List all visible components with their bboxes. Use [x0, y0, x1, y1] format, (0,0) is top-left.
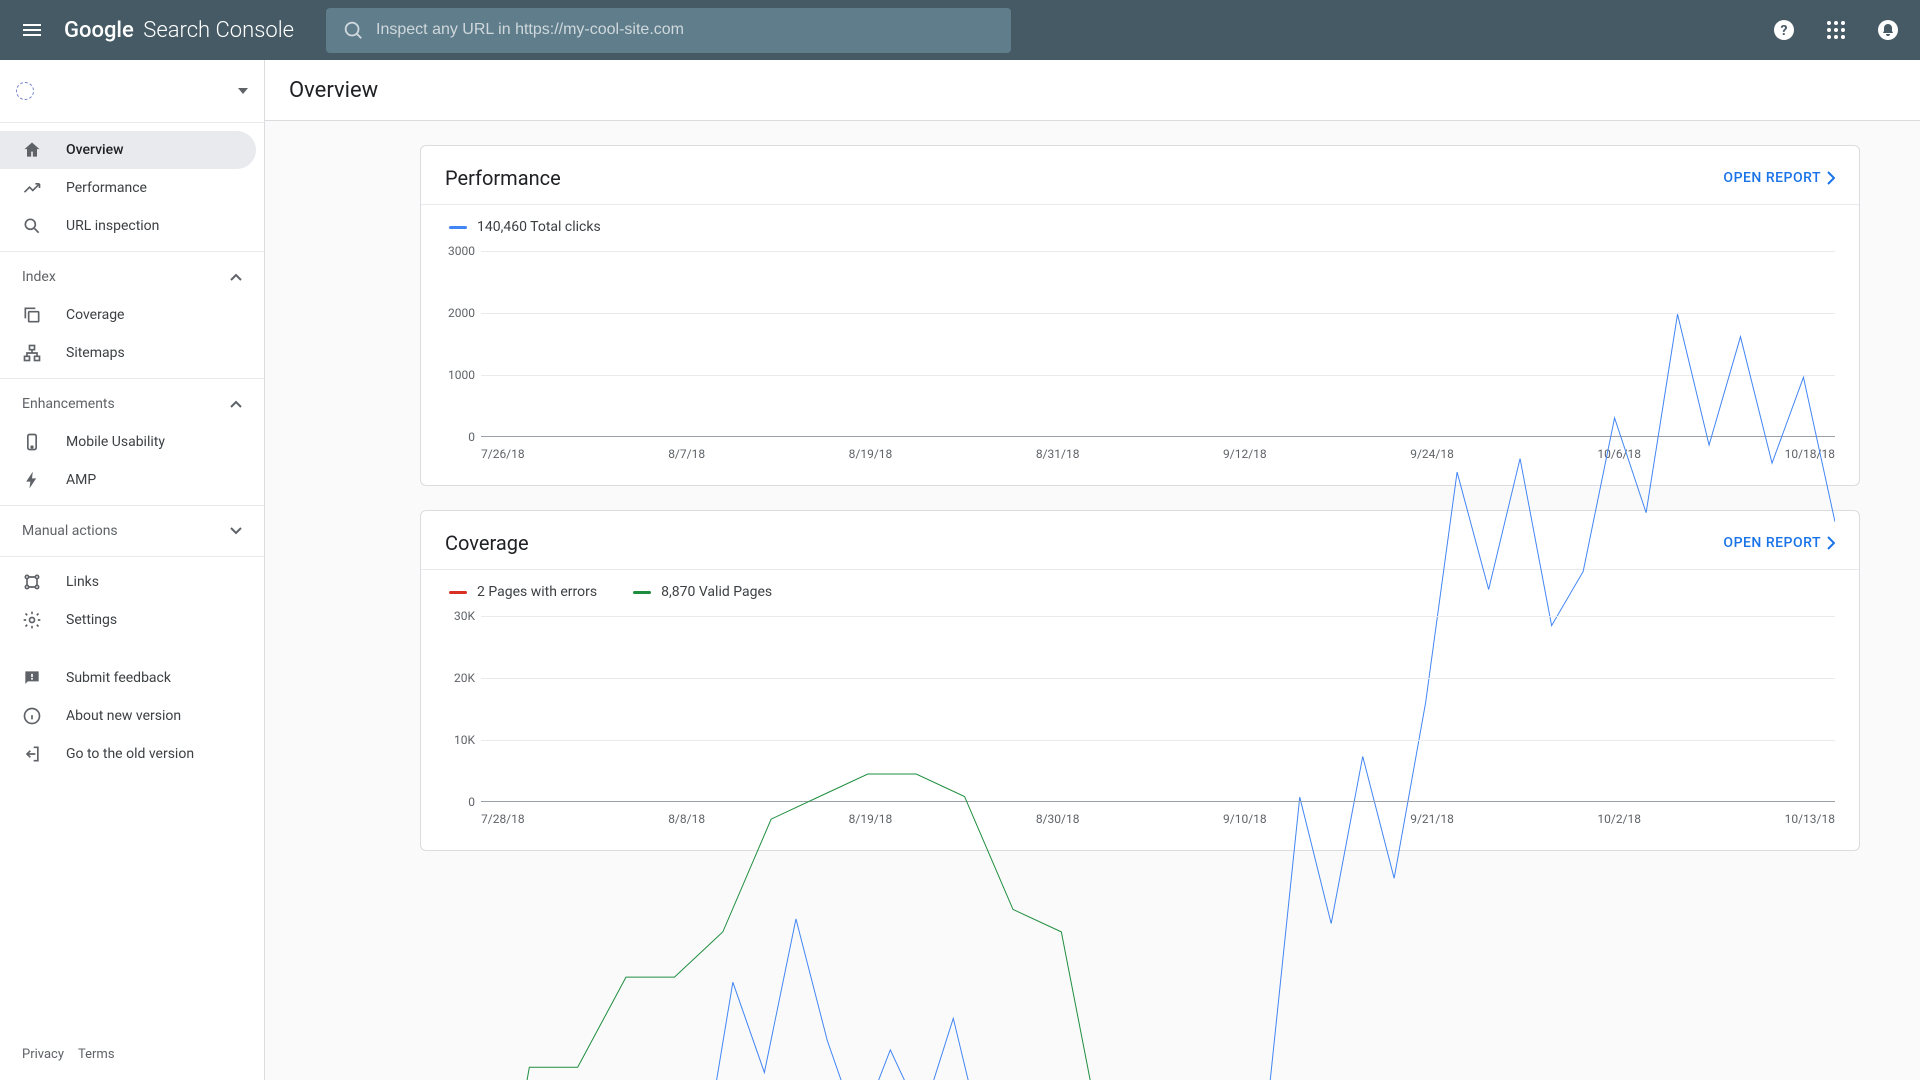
open-report-label: OPEN REPORT	[1723, 170, 1821, 186]
sidebar-item-label: Settings	[66, 612, 117, 628]
sidebar-item-label: Sitemaps	[66, 345, 125, 361]
sidebar-item-label: Links	[66, 574, 99, 590]
sidebar-item-label: Go to the old version	[66, 746, 194, 762]
property-selector[interactable]	[0, 60, 264, 123]
open-report-button[interactable]: OPEN REPORT	[1723, 170, 1835, 186]
sidebar-item-submit-feedback[interactable]: Submit feedback	[0, 659, 256, 697]
logo-product: Search Console	[143, 18, 294, 43]
nav-section-enhancements[interactable]: Enhancements	[0, 385, 264, 423]
sidebar-item-performance[interactable]: Performance	[0, 169, 256, 207]
legend-label: 140,460 Total clicks	[477, 219, 601, 235]
sitemap-icon	[22, 343, 42, 363]
notifications-icon[interactable]	[1868, 10, 1908, 50]
sidebar-item-label: Submit feedback	[66, 670, 171, 686]
sidebar-item-label: AMP	[66, 472, 96, 488]
performance-chart: 3000200010000	[481, 251, 1835, 437]
chart-legend: 140,460 Total clicks	[445, 209, 1835, 251]
sidebar-item-about-new-version[interactable]: About new version	[0, 697, 256, 735]
sidebar-nav: Overview Performance URL inspection Index Co…	[0, 123, 264, 1029]
svg-text:?: ?	[1781, 23, 1788, 39]
y-tick: 30K	[445, 609, 475, 623]
copy-icon	[22, 305, 42, 325]
sidebar-item-links[interactable]: Links	[0, 563, 256, 601]
chevron-up-icon	[230, 273, 242, 281]
y-tick: 3000	[445, 244, 475, 258]
chevron-right-icon	[1827, 171, 1835, 185]
sidebar-item-mobile-usability[interactable]: Mobile Usability	[0, 423, 256, 461]
exit-icon	[22, 744, 42, 764]
phone-icon	[22, 432, 42, 452]
search-icon	[22, 216, 42, 236]
nav-section-manual-actions[interactable]: Manual actions	[0, 512, 264, 550]
globe-icon	[16, 82, 34, 100]
sidebar-item-amp[interactable]: AMP	[0, 461, 256, 499]
y-tick: 2000	[445, 306, 475, 320]
page-title: Overview	[265, 60, 1920, 121]
legend-swatch	[449, 226, 467, 229]
sidebar-legal: Privacy Terms	[0, 1029, 264, 1080]
sidebar-item-label: About new version	[66, 708, 181, 724]
y-tick: 0	[445, 430, 475, 444]
search-icon	[342, 19, 364, 41]
sidebar-item-label: Overview	[66, 142, 123, 158]
url-inspect-input[interactable]	[376, 21, 995, 39]
sidebar-item-url-inspection[interactable]: URL inspection	[0, 207, 256, 245]
logo-google: Google	[64, 18, 134, 43]
menu-icon[interactable]	[12, 10, 52, 50]
sidebar-item-settings[interactable]: Settings	[0, 601, 256, 639]
sidebar-item-label: Performance	[66, 180, 147, 196]
terms-link[interactable]: Terms	[78, 1047, 115, 1062]
sidebar-item-label: Mobile Usability	[66, 434, 165, 450]
legend-item: 140,460 Total clicks	[449, 219, 601, 235]
feedback-icon	[22, 668, 42, 688]
sidebar-item-overview[interactable]: Overview	[0, 131, 256, 169]
section-title: Enhancements	[22, 396, 115, 412]
coverage-chart: 30K20K10K0	[481, 616, 1835, 802]
chevron-up-icon	[230, 400, 242, 408]
trending-icon	[22, 178, 42, 198]
main-content: Overview Performance OPEN REPORT 140,460…	[265, 60, 1920, 1080]
product-logo: Google Search Console	[64, 18, 294, 43]
info-icon	[22, 706, 42, 726]
legend-swatch	[449, 591, 467, 594]
sidebar-item-label: URL inspection	[66, 218, 159, 234]
y-tick: 10K	[445, 733, 475, 747]
card-title: Performance	[445, 166, 561, 190]
sidebar-item-label: Coverage	[66, 307, 124, 323]
sidebar: Overview Performance URL inspection Index Co…	[0, 60, 265, 1080]
chevron-down-icon	[230, 527, 242, 535]
y-tick: 0	[445, 795, 475, 809]
links-icon	[22, 572, 42, 592]
section-title: Index	[22, 269, 56, 285]
help-icon[interactable]: ?	[1764, 10, 1804, 50]
y-tick: 1000	[445, 368, 475, 382]
home-icon	[22, 140, 42, 160]
y-tick: 20K	[445, 671, 475, 685]
sidebar-item-coverage[interactable]: Coverage	[0, 296, 256, 334]
sidebar-item-go-to-the-old-version[interactable]: Go to the old version	[0, 735, 256, 773]
chevron-down-icon	[238, 88, 248, 94]
nav-section-index[interactable]: Index	[0, 258, 264, 296]
apps-icon[interactable]	[1816, 10, 1856, 50]
privacy-link[interactable]: Privacy	[22, 1047, 64, 1062]
app-header: Google Search Console ?	[0, 0, 1920, 60]
performance-card: Performance OPEN REPORT 140,460 Total cl…	[420, 145, 1860, 486]
sidebar-item-sitemaps[interactable]: Sitemaps	[0, 334, 256, 372]
section-title: Manual actions	[22, 523, 118, 539]
amp-icon	[22, 470, 42, 490]
gear-icon	[22, 610, 42, 630]
url-inspect-searchbar[interactable]	[326, 8, 1011, 53]
